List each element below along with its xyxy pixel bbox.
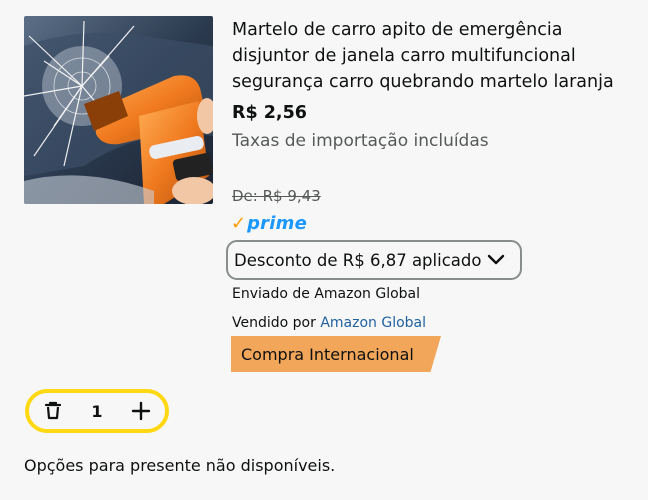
tax-note: Taxas de importação incluídas bbox=[232, 131, 489, 151]
product-title-line: segurança carro quebrando martelo laranj… bbox=[232, 72, 614, 92]
prime-badge: ✓ prime bbox=[231, 211, 307, 237]
quantity-value: 1 bbox=[91, 401, 103, 421]
old-price: De: R$ 9,43 bbox=[232, 187, 321, 205]
sold-by: Vendido por Amazon Global bbox=[232, 313, 426, 333]
seller-link[interactable]: Amazon Global bbox=[320, 315, 426, 331]
product-image[interactable] bbox=[24, 16, 213, 204]
discount-label: Desconto de R$ 6,87 aplicado bbox=[234, 250, 482, 270]
product-title-line: disjuntor de janela carro multifuncional bbox=[232, 46, 576, 66]
plus-icon[interactable] bbox=[129, 399, 153, 423]
product-price: R$ 2,56 bbox=[232, 103, 307, 123]
sold-by-prefix: Vendido por bbox=[232, 315, 321, 331]
product-title[interactable]: Martelo de carro apito de emergência dis… bbox=[232, 17, 632, 95]
car-hammer-image bbox=[24, 16, 213, 204]
gift-options-note: Opções para presente não disponíveis. bbox=[24, 456, 336, 475]
prime-check-icon: ✓ bbox=[231, 213, 247, 234]
chevron-down-icon bbox=[487, 254, 505, 266]
international-purchase-badge: Compra Internacional bbox=[231, 336, 441, 372]
discount-dropdown[interactable]: Desconto de R$ 6,87 aplicado bbox=[226, 240, 522, 280]
product-title-line: Martelo de carro apito de emergência bbox=[232, 20, 563, 40]
quantity-stepper: 1 bbox=[25, 389, 169, 433]
shipped-from: Enviado de Amazon Global bbox=[232, 286, 421, 302]
trash-icon[interactable] bbox=[41, 399, 65, 423]
prime-label: prime bbox=[247, 213, 307, 234]
